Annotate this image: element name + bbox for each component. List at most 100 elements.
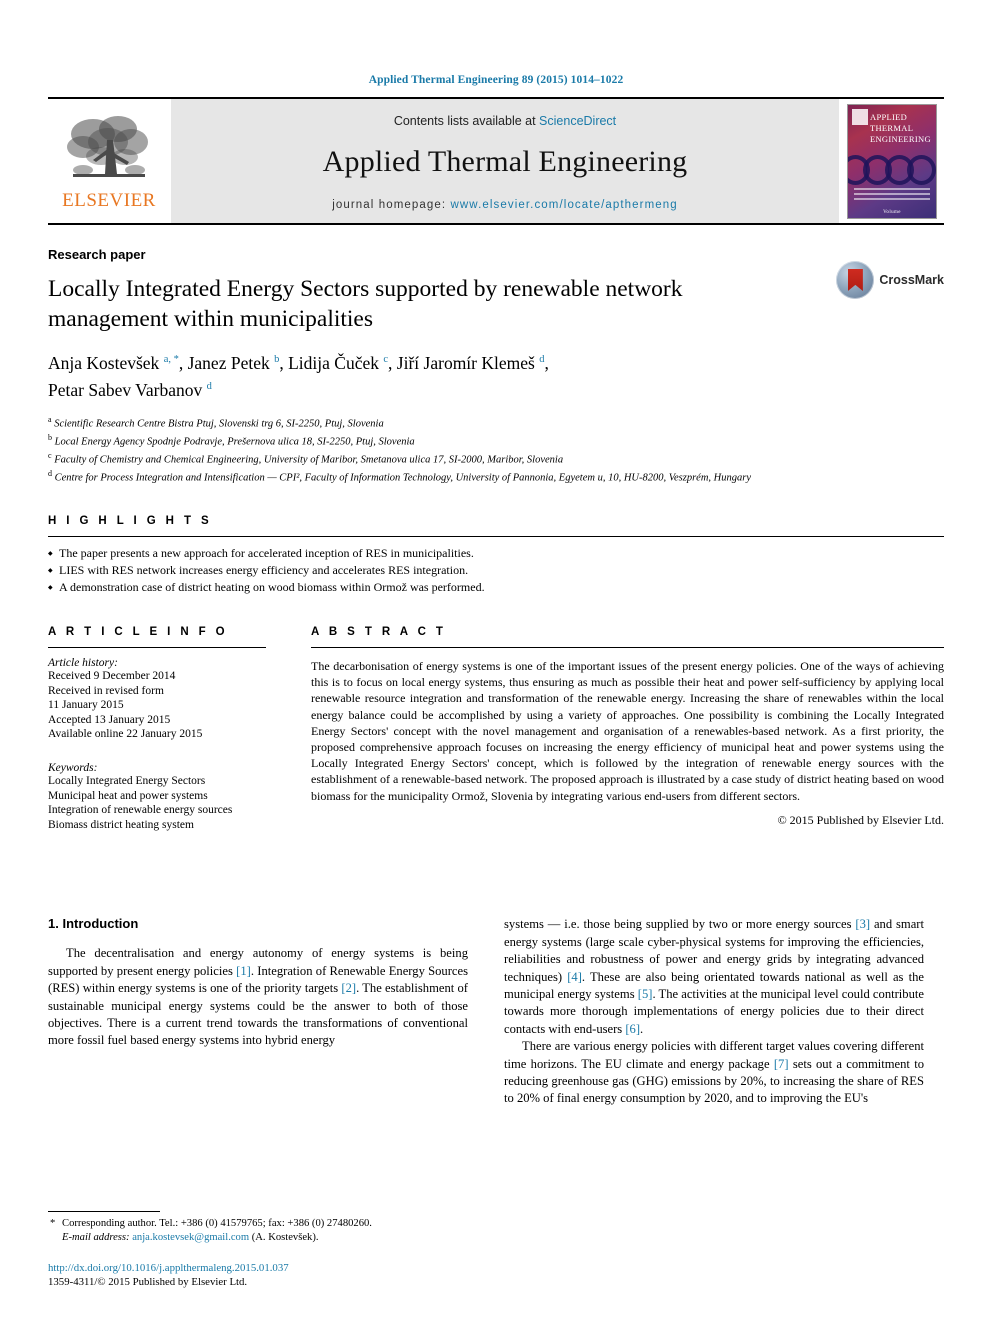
- affiliation-item: b Local Energy Agency Spodnje Podravje, …: [48, 431, 944, 449]
- citation-link[interactable]: [7]: [774, 1057, 789, 1071]
- article-info-column: A R T I C L E I N F O Article history: R…: [48, 626, 266, 832]
- email-link[interactable]: anja.kostevsek@gmail.com: [132, 1232, 249, 1243]
- affiliation-text: Local Energy Agency Spodnje Podravje, Pr…: [54, 436, 415, 448]
- highlights-divider: [48, 536, 944, 538]
- affiliation-mark: d: [48, 468, 52, 478]
- elsevier-wordmark: ELSEVIER: [62, 190, 156, 211]
- highlights-section: H I G H L I G H T S The paper presents a…: [48, 515, 944, 597]
- author-name: Jiří Jaromír Klemeš: [396, 352, 535, 373]
- keywords-block: Keywords: Locally Integrated Energy Sect…: [48, 762, 266, 832]
- contents-lists-line: Contents lists available at ScienceDirec…: [394, 114, 616, 128]
- article-info-heading: A R T I C L E I N F O: [48, 626, 229, 639]
- abstract-text: The decarbonisation of energy systems is…: [311, 659, 944, 803]
- cover-footer-lines: [854, 187, 930, 202]
- article-history-item: Received 9 December 2014: [48, 670, 176, 683]
- journal-masthead: ELSEVIER Contents lists available at Sci…: [48, 97, 944, 225]
- issn-copyright-line: 1359-4311/© 2015 Published by Elsevier L…: [48, 1276, 248, 1288]
- citation-link[interactable]: [6]: [625, 1022, 640, 1036]
- cover-title-line-3: ENGINEERING: [870, 133, 931, 144]
- doi-link[interactable]: http://dx.doi.org/10.1016/j.applthermale…: [48, 1261, 468, 1275]
- keyword-item: Locally Integrated Energy Sectors: [48, 775, 206, 787]
- list-item: LIES with RES network increases energy e…: [48, 562, 944, 580]
- corresponding-author-text: Corresponding author. Tel.: +386 (0) 415…: [62, 1218, 372, 1229]
- keywords-label: Keywords:: [48, 762, 98, 774]
- corresponding-author-note: * Corresponding author. Tel.: +386 (0) 41…: [48, 1217, 468, 1231]
- affiliation-item: d Centre for Process Integration and Int…: [48, 467, 944, 485]
- article-history-item: Received in revised form: [48, 684, 164, 697]
- keyword-item: Integration of renewable energy sources: [48, 804, 233, 817]
- article-history-item: Accepted 13 January 2015: [48, 713, 171, 726]
- cover-image: APPLIED THERMAL ENGINEERING Volume: [847, 103, 937, 219]
- author-entry: Janez Petek b,: [188, 353, 289, 373]
- author-separator: ,: [388, 352, 397, 373]
- citation-link[interactable]: [4]: [567, 970, 582, 984]
- cover-elsevier-mark-icon: [852, 108, 868, 125]
- sciencedirect-link[interactable]: ScienceDirect: [539, 114, 616, 128]
- cover-rule: [854, 197, 930, 200]
- author-entry: Anja Kostevšek a, *,: [48, 353, 188, 373]
- contents-prefix: Contents lists available at: [393, 113, 540, 128]
- title-block: Research paper Locally Integrated Energy…: [48, 247, 944, 485]
- citation-link[interactable]: [2]: [341, 981, 356, 995]
- list-item: A demonstration case of district heating…: [48, 579, 944, 597]
- corresponding-author-marker: *: [50, 1218, 56, 1229]
- page-title: Locally Integrated Energy Sectors suppor…: [48, 276, 683, 332]
- homepage-url-link[interactable]: www.elsevier.com/locate/apthermeng: [451, 199, 678, 211]
- author-affiliation-mark[interactable]: d: [207, 381, 212, 392]
- affiliation-item: c Faculty of Chemistry and Chemical Engi…: [48, 449, 944, 467]
- masthead-center: Contents lists available at ScienceDirec…: [170, 99, 840, 223]
- email-note: E-mail address: anja.kostevsek@gmail.com…: [48, 1231, 468, 1245]
- article-history-item: Available online 22 January 2015: [48, 728, 203, 741]
- elsevier-logo: ELSEVIER: [48, 99, 170, 223]
- citation-link[interactable]: [1]: [236, 964, 251, 978]
- author-separator: ,: [544, 352, 549, 373]
- body-paragraph: The decentralisation and energy autonomy…: [48, 946, 469, 1048]
- footnote-divider: [48, 1211, 160, 1212]
- body-column-right: systems — i.e. those being supplied by t…: [504, 916, 924, 1107]
- citation-link[interactable]: [3]: [855, 917, 870, 931]
- abstract-divider: [311, 647, 944, 649]
- author-entry: Petar Sabev Varbanov d: [48, 380, 212, 400]
- author-separator: ,: [178, 352, 188, 373]
- journal-homepage-line: journal homepage: www.elsevier.com/locat…: [332, 199, 678, 211]
- keyword-item: Municipal heat and power systems: [48, 789, 208, 802]
- abstract-heading: A B S T R A C T: [311, 626, 447, 639]
- info-abstract-section: A R T I C L E I N F O Article history: R…: [48, 626, 944, 832]
- article-type-kicker: Research paper: [48, 247, 146, 262]
- affiliation-mark: c: [48, 450, 52, 460]
- journal-title: Applied Thermal Engineering: [322, 144, 688, 178]
- email-label: E-mail address:: [62, 1232, 130, 1243]
- article-history-item: 11 January 2015: [48, 699, 124, 712]
- cover-volume-label: Volume: [883, 209, 901, 215]
- cover-rule: [854, 192, 930, 195]
- affiliation-text: Centre for Process Integration and Inten…: [54, 472, 751, 484]
- cover-title-line-1: APPLIED: [870, 111, 908, 122]
- page-footnote: * Corresponding author. Tel.: +386 (0) 41…: [48, 1211, 468, 1289]
- author-separator: ,: [279, 352, 289, 373]
- author-name: Lidija Čuček: [288, 352, 379, 373]
- body-column-left: 1. Introduction The decentralisation and…: [48, 916, 468, 1107]
- crossmark-badge[interactable]: CrossMark: [836, 261, 944, 299]
- crossmark-label: CrossMark: [879, 273, 944, 287]
- author-name: Anja Kostevšek: [48, 352, 160, 373]
- journal-cover-thumbnail: APPLIED THERMAL ENGINEERING Volume: [840, 99, 944, 223]
- affiliation-mark: a: [48, 414, 52, 424]
- article-info-divider: [48, 647, 266, 649]
- author-affiliation-mark[interactable]: a, *: [164, 354, 179, 365]
- affiliation-item: a Scientific Research Centre Bistra Ptuj…: [48, 413, 944, 431]
- section-heading-introduction: 1. Introduction: [48, 916, 139, 932]
- citation-link[interactable]: [5]: [638, 987, 653, 1001]
- list-item: The paper presents a new approach for ac…: [48, 545, 944, 563]
- highlights-heading: H I G H L I G H T S: [48, 515, 213, 528]
- body-paragraph: There are various energy policies with d…: [504, 1039, 924, 1106]
- affiliation-mark: b: [48, 432, 52, 442]
- keyword-item: Biomass district heating system: [48, 818, 194, 831]
- crossmark-circle-icon: [836, 261, 875, 299]
- abstract-copyright: © 2015 Published by Elsevier Ltd.: [777, 812, 944, 827]
- author-name: Petar Sabev Varbanov: [48, 379, 203, 400]
- affiliation-list: a Scientific Research Centre Bistra Ptuj…: [48, 413, 944, 485]
- affiliation-text: Faculty of Chemistry and Chemical Engine…: [54, 454, 564, 466]
- author-entry: Lidija Čuček c,: [288, 353, 397, 373]
- running-head: Applied Thermal Engineering 89 (2015) 10…: [368, 74, 624, 86]
- cover-ring-icon: [907, 154, 936, 185]
